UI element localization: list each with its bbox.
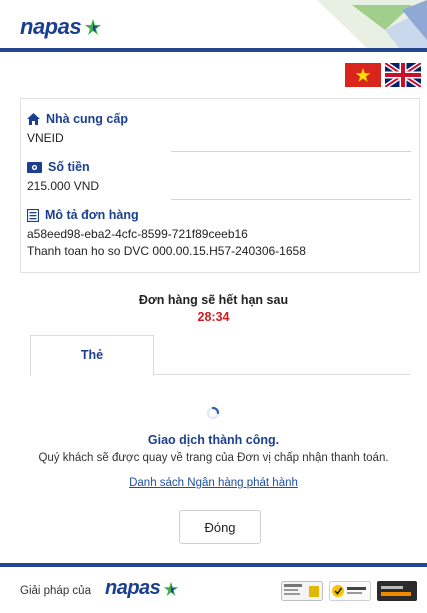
secure-payment-badge-icon [377,581,417,601]
close-button[interactable]: Đóng [179,510,261,544]
payment-tabs: Thẻ [30,335,410,376]
bank-list-link[interactable]: Danh sách Ngân hàng phát hành [129,477,298,489]
status-message: Quý khách sẽ được quay về trang của Đơn … [38,452,389,464]
row-divider [171,199,411,200]
amount-value: 215.000 VND [27,179,100,193]
description-label: Mô tả đơn hàng [45,208,139,222]
header: napas [0,0,427,52]
uk-flag-icon[interactable] [385,63,421,87]
loading-spinner-icon [206,406,220,420]
napas-star-icon [85,19,102,35]
expiry-label: Đơn hàng sẽ hết hạn sau [138,293,289,307]
tab-card[interactable]: Thẻ [30,335,154,376]
provider-value: VNEID [27,131,64,145]
expiry-section: Đơn hàng sẽ hết hạn sau 28:34 [0,293,427,324]
provider-row: Nhà cung cấp VNEID [27,111,128,146]
amount-row: Số tiền 215.000 VND [27,159,99,194]
footer-solution-text: Giải pháp của [20,585,91,597]
napas-star-icon [164,581,179,596]
vietnam-flag-icon[interactable] [345,63,381,87]
norton-badge-icon [329,581,371,601]
napas-logo[interactable]: napas [20,14,102,40]
footer: Giải pháp của napas [0,567,427,613]
tab-baseline [154,374,410,375]
provider-label: Nhà cung cấp [46,112,128,126]
description-row: Mô tả đơn hàng a58eed98-eba2-4cfc-8599-7… [27,207,306,259]
logo-text: napas [20,14,82,39]
list-icon [27,208,39,222]
row-divider [171,151,411,152]
footer-logo-text: napas [105,577,161,599]
header-divider [0,48,427,52]
order-info-panel: Nhà cung cấp VNEID Số tiền 215.000 VND M… [20,98,420,273]
amount-label: Số tiền [48,160,90,174]
money-icon [27,161,42,173]
footer-napas-logo: napas [105,577,179,600]
countdown-timer: 28:34 [197,310,230,324]
description-line-2: Thanh toan ho so DVC 000.00.15.H57-24030… [27,244,306,258]
status-title: Giao dịch thành công. [147,433,280,447]
header-decoration [317,0,427,48]
description-line-1: a58eed98-eba2-4cfc-8599-721f89ceeb16 [27,227,248,241]
security-badges [281,581,417,601]
ssl-badge-icon [281,581,323,601]
language-switcher [345,63,421,87]
home-icon [27,113,40,125]
transaction-status: Giao dịch thành công. Quý khách sẽ được … [0,433,427,491]
